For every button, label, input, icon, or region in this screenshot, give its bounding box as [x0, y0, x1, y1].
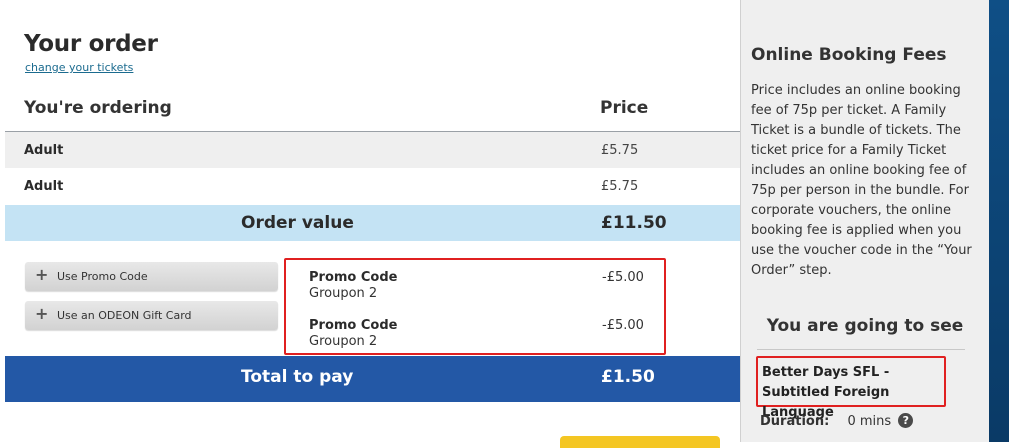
promo-name: Promo Code — [309, 270, 398, 285]
use-gift-card-label: Use an ODEON Gift Card — [57, 309, 192, 322]
change-tickets-link[interactable]: change your tickets — [25, 61, 133, 74]
use-promo-code-label: Use Promo Code — [57, 270, 148, 283]
duration-label: Duration: — [760, 414, 830, 429]
booking-fees-text: Price includes an online booking fee of … — [751, 83, 972, 278]
sidebar-divider — [757, 349, 965, 350]
sidebar: Online Booking Fees Price includes an on… — [740, 0, 989, 442]
use-gift-card-button[interactable]: + Use an ODEON Gift Card — [25, 301, 278, 330]
promo-description: Groupon 2 — [309, 334, 378, 349]
table-row: Adult £5.75 — [5, 168, 740, 204]
ticket-price: £5.75 — [601, 143, 639, 158]
table-row: Adult £5.75 — [5, 132, 740, 168]
order-panel: Your order change your tickets You're or… — [0, 0, 740, 448]
applied-promos-highlight: Promo Code Groupon 2 -£5.00 Promo Code G… — [284, 258, 666, 355]
total-label: Total to pay — [241, 367, 354, 387]
continue-button[interactable] — [560, 436, 720, 448]
order-value-row: Order value £11.50 — [5, 205, 740, 241]
order-value-amount: £11.50 — [601, 213, 667, 233]
duration-value: 0 mins — [847, 414, 892, 429]
ticket-name: Adult — [24, 179, 64, 194]
order-value-label: Order value — [241, 213, 354, 233]
help-icon[interactable]: ? — [898, 413, 914, 428]
plus-icon: + — [35, 265, 49, 284]
ticket-name: Adult — [24, 143, 64, 158]
promo-item: Promo Code Groupon 2 — [309, 270, 397, 301]
promo-amount: -£5.00 — [602, 318, 644, 333]
plus-icon: + — [35, 304, 49, 323]
promo-item: Promo Code Groupon 2 — [309, 318, 397, 349]
use-promo-code-button[interactable]: + Use Promo Code — [25, 262, 278, 291]
total-to-pay-row: Total to pay £1.50 — [5, 356, 740, 402]
total-amount: £1.50 — [601, 367, 655, 387]
promo-description: Groupon 2 — [309, 286, 378, 301]
duration: Duration: 0 mins ? — [760, 413, 914, 429]
film-highlight: Better Days SFL - Subtitled Foreign Lang… — [756, 356, 946, 420]
desktop-background — [989, 0, 1009, 442]
going-to-see-title: You are going to see — [766, 316, 964, 336]
promo-amount: -£5.00 — [602, 270, 644, 285]
page-title: Your order — [24, 31, 158, 57]
column-header-ordering: You're ordering — [24, 98, 172, 118]
booking-fees-title: Online Booking Fees — [751, 45, 947, 65]
promo-name: Promo Code — [309, 318, 398, 333]
column-header-price: Price — [600, 98, 649, 118]
ticket-price: £5.75 — [601, 179, 639, 194]
